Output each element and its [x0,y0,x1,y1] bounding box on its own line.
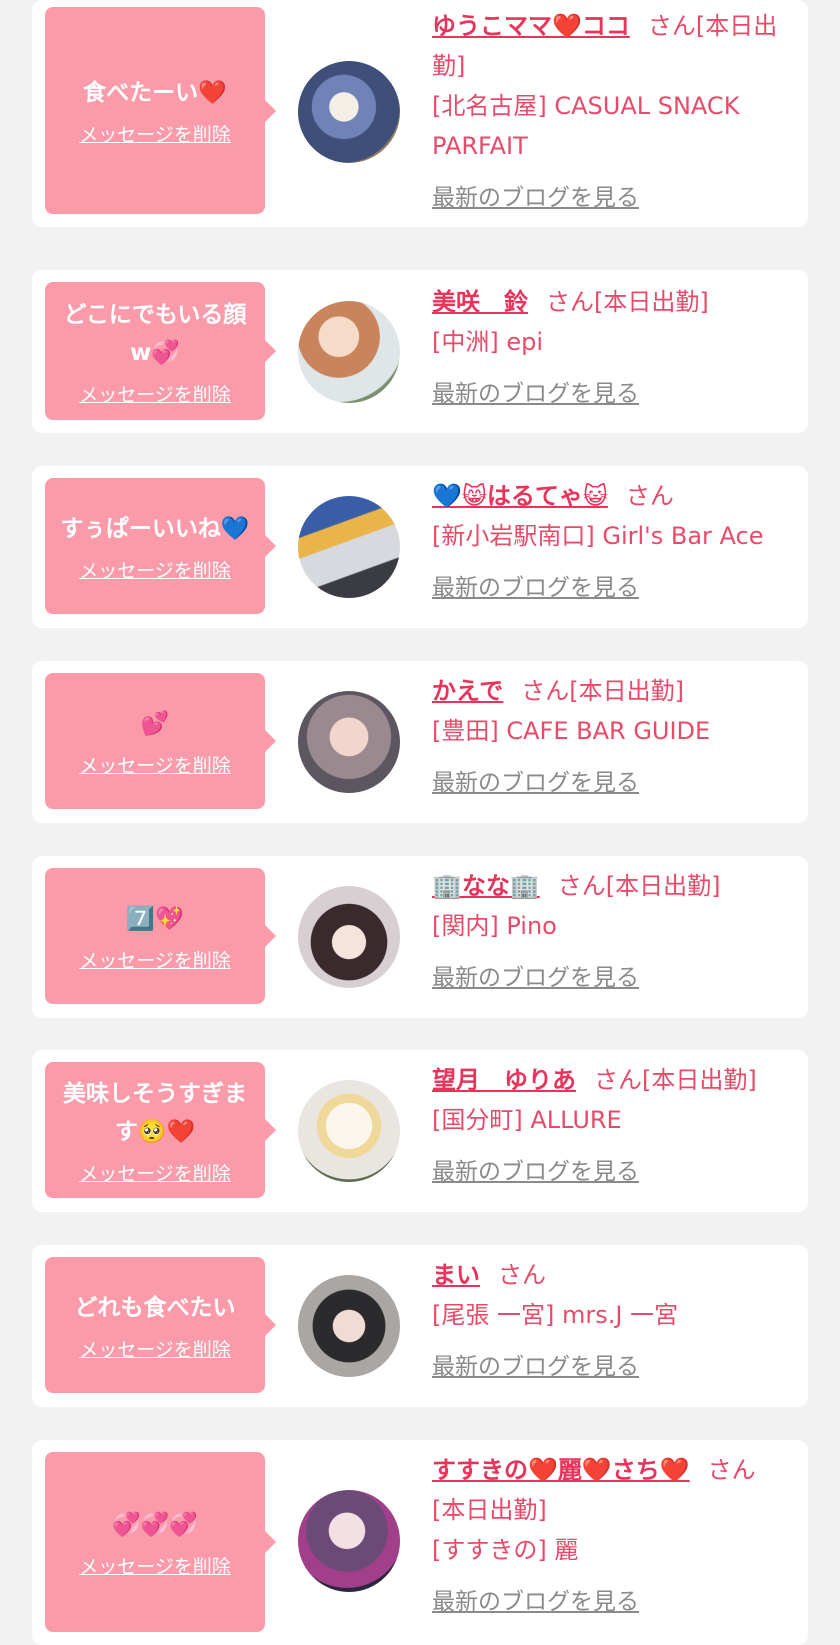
latest-blog-link[interactable]: 最新のブログを見る [432,1347,794,1387]
status-badge: [本日出勤] [642,1066,757,1094]
delete-message-link[interactable]: メッセージを削除 [79,120,231,147]
message-bubble: すぅぱーいいね💙 メッセージを削除 [45,478,276,614]
cast-info: 🏢なな🏢 さん[本日出勤] [関内] Pino 最新のブログを見る [432,866,794,998]
cast-info: かえで さん[本日出勤] [豊田] CAFE BAR GUIDE 最新のブログを見… [432,671,794,803]
latest-blog-link[interactable]: 最新のブログを見る [432,1152,794,1192]
message-card: 美味しそうすぎます🥺❤️ メッセージを削除 望月 ゆりあ さん[本日出勤] [国分… [32,1050,808,1212]
shop-name: [豊田] CAFE BAR GUIDE [432,717,711,745]
shop-name: [関内] Pino [432,912,557,940]
shop-name: [中洲] epi [432,328,544,356]
san-label: さん [546,288,594,316]
avatar-photo-icon [298,496,400,598]
message-text: 💞💞💞 [112,1511,198,1538]
cast-name-link[interactable]: 望月 ゆりあ [432,1066,576,1094]
san-label: さん [521,677,570,705]
cast-name-link[interactable]: かえで [432,677,503,705]
avatar[interactable] [298,301,400,403]
san-label: さん [647,12,696,40]
message-bubble: 7️⃣💖 メッセージを削除 [45,868,276,1004]
avatar-photo-icon [298,1275,400,1377]
delete-message-link[interactable]: メッセージを削除 [79,556,231,583]
san-label: さん [707,1456,756,1484]
delete-message-link[interactable]: メッセージを削除 [79,1552,231,1579]
cast-info: すすきの❤️麗❤️さち❤️ さん [本日出勤] [すすきの] 麗 最新のブログを見る [432,1450,794,1622]
latest-blog-link[interactable]: 最新のブログを見る [432,1582,794,1622]
status-badge: [本日出勤] [432,1496,547,1524]
message-text: どこにでもいる顔w💞 [63,301,247,366]
san-label: さん [498,1261,546,1289]
message-bubble: 美味しそうすぎます🥺❤️ メッセージを削除 [45,1062,276,1198]
san-label: さん [594,1066,642,1094]
shop-name: [新小岩駅南口] Girl's Bar Ace [432,522,764,550]
avatar-photo-icon [298,1080,400,1182]
message-text: 💕 [140,710,170,737]
san-label: さん [625,482,674,510]
cast-name-link[interactable]: まい [432,1261,480,1289]
message-text: 食べたーい❤️ [83,80,227,106]
avatar[interactable] [298,886,400,988]
avatar[interactable] [298,1490,400,1592]
cast-info: 望月 ゆりあ さん[本日出勤] [国分町] ALLURE 最新のブログを見る [432,1060,794,1192]
latest-blog-link[interactable]: 最新のブログを見る [432,178,794,218]
message-card: 7️⃣💖 メッセージを削除 🏢なな🏢 さん[本日出勤] [関内] Pino 最新の… [32,856,808,1018]
avatar[interactable] [298,1080,400,1182]
message-text: すぅぱーいいね💙 [60,515,250,542]
latest-blog-link[interactable]: 最新のブログを見る [432,568,794,608]
latest-blog-link[interactable]: 最新のブログを見る [432,374,794,414]
avatar-photo-icon [298,886,400,988]
status-badge: [本日出勤] [594,288,709,316]
avatar[interactable] [298,496,400,598]
cast-info: まい さん [尾張 一宮] mrs.J 一宮 最新のブログを見る [432,1255,794,1387]
status-badge: [本日出勤] [569,677,685,705]
cast-info: 美咲 鈴さん[本日出勤] [中洲] epi 最新のブログを見る [432,282,794,414]
delete-message-link[interactable]: メッセージを削除 [79,751,231,778]
avatar[interactable] [298,691,400,793]
avatar-photo-icon [298,61,400,163]
message-card: すぅぱーいいね💙 メッセージを削除 💙😸はるてゃ😺 さん [新小岩駅南口] Gir… [32,466,808,628]
cast-name-link[interactable]: 美咲 鈴 [432,288,528,316]
message-bubble: どれも食べたい メッセージを削除 [45,1257,276,1393]
message-text: 7️⃣💖 [126,905,184,932]
latest-blog-link[interactable]: 最新のブログを見る [432,958,794,998]
message-bubble: 食べたーい❤️ メッセージを削除 [45,7,276,214]
avatar-photo-icon [298,1490,400,1592]
message-card: 食べたーい❤️ メッセージを削除 ゆうこママ❤️ココ さん[本日出勤] [北名古屋… [32,0,808,227]
delete-message-link[interactable]: メッセージを削除 [79,1335,231,1362]
cast-info: ゆうこママ❤️ココ さん[本日出勤] [北名古屋] CASUAL SNACK PA… [432,6,794,218]
message-text: どれも食べたい [74,1294,236,1321]
message-bubble: どこにでもいる顔w💞 メッセージを削除 [45,282,276,420]
avatar[interactable] [298,1275,400,1377]
message-card: どれも食べたい メッセージを削除 まい さん [尾張 一宮] mrs.J 一宮 最… [32,1245,808,1407]
avatar-photo-icon [298,691,400,793]
cast-name-link[interactable]: ゆうこママ❤️ココ [432,12,630,40]
message-card: 💕 メッセージを削除 かえで さん[本日出勤] [豊田] CAFE BAR GUI… [32,661,808,823]
message-bubble: 💞💞💞 メッセージを削除 [45,1452,276,1632]
message-text: 美味しそうすぎます🥺❤️ [63,1080,247,1145]
shop-name: [国分町] ALLURE [432,1106,622,1134]
delete-message-link[interactable]: メッセージを削除 [79,946,231,973]
delete-message-link[interactable]: メッセージを削除 [79,1159,231,1186]
shop-name: [尾張 一宮] mrs.J 一宮 [432,1301,679,1329]
message-card: どこにでもいる顔w💞 メッセージを削除 美咲 鈴さん[本日出勤] [中洲] ep… [32,270,808,433]
san-label: さん [557,872,606,900]
avatar[interactable] [298,61,400,163]
cast-info: 💙😸はるてゃ😺 さん [新小岩駅南口] Girl's Bar Ace 最新のブログ… [432,476,794,608]
message-bubble: 💕 メッセージを削除 [45,673,276,809]
cast-name-link[interactable]: 💙😸はるてゃ😺 [432,482,608,510]
cast-name-link[interactable]: すすきの❤️麗❤️さち❤️ [432,1456,690,1484]
latest-blog-link[interactable]: 最新のブログを見る [432,763,794,803]
shop-name: [北名古屋] CASUAL SNACK PARFAIT [432,92,740,160]
cast-name-link[interactable]: 🏢なな🏢 [432,872,540,900]
status-badge: [本日出勤] [605,872,721,900]
delete-message-link[interactable]: メッセージを削除 [79,380,231,407]
shop-name: [すすきの] 麗 [432,1536,579,1564]
avatar-photo-icon [298,301,400,403]
message-card: 💞💞💞 メッセージを削除 すすきの❤️麗❤️さち❤️ さん [本日出勤] [すすきの… [32,1440,808,1645]
